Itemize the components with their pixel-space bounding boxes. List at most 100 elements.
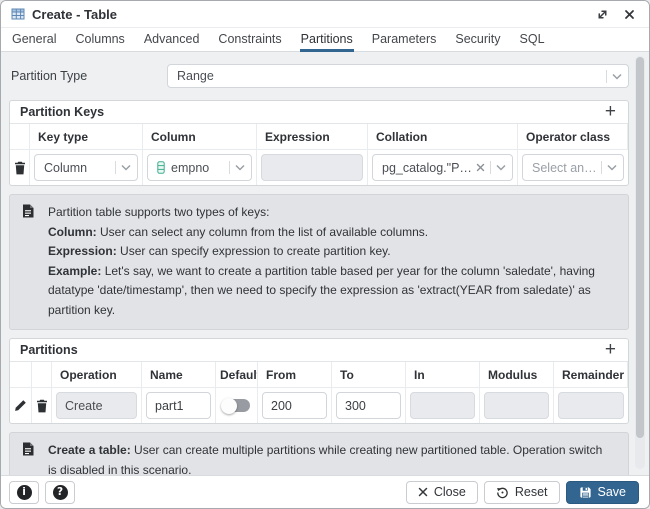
title-bar: Create - Table	[1, 1, 649, 28]
partition-from-input[interactable]	[262, 392, 327, 419]
partition-modulus-cell	[480, 388, 554, 423]
select-separator	[229, 161, 230, 174]
note-line: Expression: User can specify expression …	[48, 242, 614, 262]
add-partition-key-button[interactable]: +	[603, 104, 618, 120]
key-column-select[interactable]: empno	[147, 154, 252, 181]
save-icon	[579, 486, 592, 499]
partition-name-input[interactable]	[146, 392, 211, 419]
dialog-tabs: General Columns Advanced Constraints Par…	[1, 28, 649, 52]
tab-columns[interactable]: Columns	[74, 28, 125, 52]
key-type-value: Column	[44, 161, 111, 175]
keys-header-column: Column	[143, 124, 257, 150]
partition-in-cell	[406, 388, 480, 423]
keys-header-collation: Collation	[368, 124, 518, 150]
select-separator	[115, 161, 116, 174]
key-collation-value: pg_catalog."POSIX"	[382, 161, 472, 175]
trash-icon	[14, 161, 26, 175]
partitions-tab-content: Partition Type Range Partition Keys + Ke…	[1, 52, 649, 475]
keys-header-expression: Expression	[257, 124, 368, 150]
scrollbar-thumb[interactable]	[636, 57, 644, 438]
note-line: Example: Let's say, we want to create a …	[48, 262, 614, 321]
save-button[interactable]: Save	[566, 481, 640, 504]
partition-modulus-input	[484, 392, 549, 419]
key-collation-cell: pg_catalog."POSIX"	[368, 150, 518, 185]
partition-type-select[interactable]: Range	[167, 64, 629, 88]
create-table-dialog: Create - Table General Columns Advanced …	[0, 0, 650, 509]
chevron-down-icon	[607, 164, 617, 171]
parts-header-default: Default	[216, 362, 258, 388]
partition-remainder-input	[558, 392, 624, 419]
key-collation-select[interactable]: pg_catalog."POSIX"	[372, 154, 513, 181]
tab-sql[interactable]: SQL	[519, 28, 546, 52]
partition-to-cell	[332, 388, 406, 423]
partition-type-label: Partition Type	[11, 69, 167, 83]
dialog-help-button[interactable]: ?	[45, 481, 75, 504]
reset-icon	[496, 486, 509, 499]
dialog-title: Create - Table	[32, 7, 117, 22]
tab-security[interactable]: Security	[454, 28, 501, 52]
partition-name-cell	[142, 388, 216, 423]
select-separator	[606, 70, 607, 83]
parts-header-from: From	[258, 362, 332, 388]
key-type-select[interactable]: Column	[34, 154, 138, 181]
info-icon: i	[17, 485, 32, 500]
save-button-label: Save	[598, 485, 627, 499]
note-icon	[22, 204, 34, 223]
edit-partition-row-button[interactable]	[12, 396, 30, 416]
add-partition-button[interactable]: +	[603, 342, 618, 358]
partitions-note: Create a table: User can create multiple…	[9, 432, 629, 475]
partition-from-cell	[258, 388, 332, 423]
parts-header-name: Name	[142, 362, 216, 388]
clear-icon[interactable]	[476, 163, 485, 172]
partition-keys-note: Partition table supports two types of ke…	[9, 194, 629, 330]
partitions-title: Partitions	[20, 343, 78, 357]
partition-keys-header: Partition Keys +	[10, 101, 628, 124]
dialog-footer: i ? Close Reset	[1, 475, 649, 508]
column-icon	[157, 161, 165, 174]
partition-remainder-cell	[554, 388, 628, 423]
close-button[interactable]: Close	[406, 481, 478, 504]
tab-partitions[interactable]: Partitions	[300, 28, 354, 52]
key-expression-input	[261, 154, 363, 181]
tab-advanced[interactable]: Advanced	[143, 28, 201, 52]
partition-row-edit	[10, 388, 32, 423]
close-x-icon	[418, 487, 428, 497]
chevron-down-icon	[121, 164, 131, 171]
note-line: Create a table: User can create multiple…	[48, 441, 614, 475]
partitions-header: Partitions +	[10, 339, 628, 362]
chevron-down-icon	[612, 73, 622, 80]
partition-operation-cell	[52, 388, 142, 423]
partitions-table: Operation Name Default From To In Modulu…	[10, 362, 628, 423]
sql-help-button[interactable]: i	[9, 481, 39, 504]
delete-partition-row-button[interactable]	[33, 396, 50, 416]
reset-button[interactable]: Reset	[484, 481, 560, 504]
vertical-scrollbar[interactable]	[635, 56, 645, 469]
key-expression-cell	[257, 150, 368, 185]
chevron-down-icon	[235, 164, 245, 171]
close-button-label: Close	[434, 485, 466, 499]
partition-type-row: Partition Type Range	[11, 64, 629, 88]
expand-dialog-button[interactable]	[592, 4, 612, 24]
parts-header-delete	[32, 362, 52, 388]
delete-key-row-button[interactable]	[11, 158, 28, 178]
partition-type-value: Range	[177, 69, 602, 83]
tab-parameters[interactable]: Parameters	[371, 28, 438, 52]
key-operator-class-select[interactable]: Select an item...	[522, 154, 624, 181]
partition-keys-title: Partition Keys	[20, 105, 104, 119]
partition-keys-panel: Partition Keys + Key type Column Express…	[9, 100, 629, 186]
table-icon	[11, 7, 25, 21]
reset-button-label: Reset	[515, 485, 548, 499]
parts-header-edit	[10, 362, 32, 388]
key-column-value: empno	[171, 161, 225, 175]
key-type-cell: Column	[30, 150, 143, 185]
parts-header-to: To	[332, 362, 406, 388]
partition-to-input[interactable]	[336, 392, 401, 419]
key-operator-class-cell: Select an item...	[518, 150, 628, 185]
default-toggle[interactable]	[223, 399, 250, 412]
tab-general[interactable]: General	[11, 28, 57, 52]
close-dialog-button[interactable]	[619, 4, 639, 24]
note-line: Partition table supports two types of ke…	[48, 203, 614, 223]
keys-header-keytype: Key type	[30, 124, 143, 150]
note-line: Column: User can select any column from …	[48, 223, 614, 243]
tab-constraints[interactable]: Constraints	[217, 28, 282, 52]
